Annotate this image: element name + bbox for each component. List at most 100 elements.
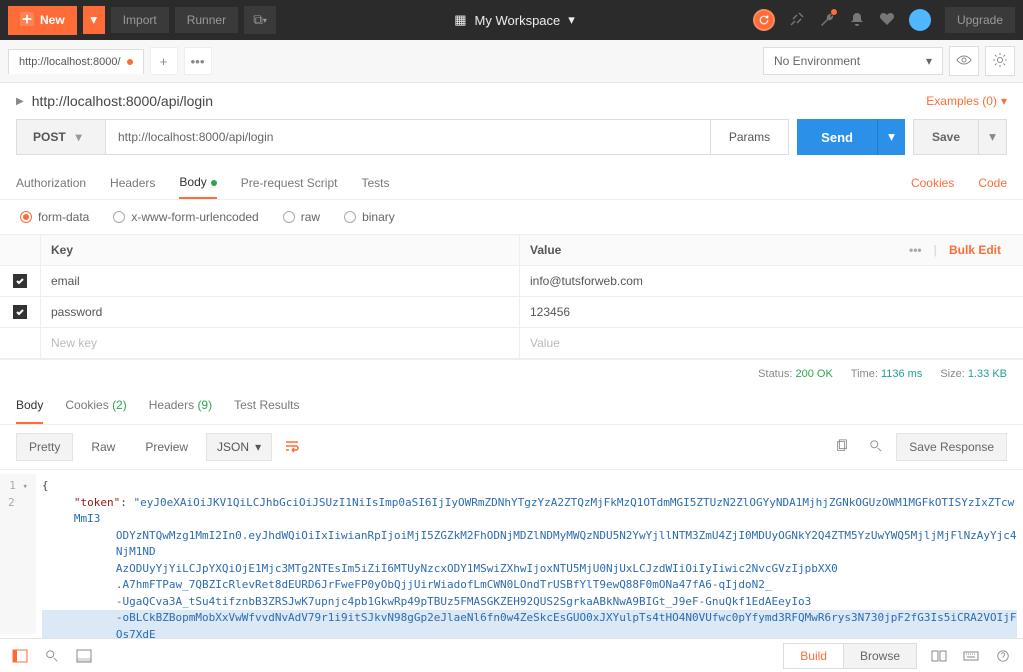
- import-button[interactable]: Import: [111, 7, 169, 33]
- key-cell[interactable]: email: [40, 266, 520, 296]
- search-icon: [869, 439, 883, 456]
- tab-body[interactable]: Body: [179, 167, 216, 199]
- pretty-button[interactable]: Pretty: [16, 433, 73, 461]
- send-button[interactable]: Send: [797, 119, 877, 155]
- url-row: POST ▾ Params Send ▾ Save ▾: [0, 119, 1023, 167]
- user-avatar[interactable]: [909, 9, 931, 31]
- chevron-down-icon: ▾: [989, 129, 996, 145]
- copy-button[interactable]: [828, 433, 856, 461]
- request-tab[interactable]: http://localhost:8000/: [8, 49, 144, 74]
- radio-formdata[interactable]: form-data: [20, 210, 89, 224]
- resp-tab-body[interactable]: Body: [16, 388, 43, 424]
- new-dropdown[interactable]: ▾: [83, 6, 105, 34]
- console-icon[interactable]: [74, 646, 94, 666]
- tab-more-button[interactable]: •••: [184, 47, 212, 75]
- tab-headers[interactable]: Headers: [110, 168, 155, 198]
- table-row: password 123456: [0, 297, 1023, 328]
- bulk-edit-link[interactable]: Bulk Edit: [949, 243, 1001, 257]
- response-tabs: Body Cookies (2) Headers (9) Test Result…: [0, 388, 1023, 425]
- new-key-input[interactable]: New key: [40, 328, 520, 358]
- top-toolbar: New ▾ Import Runner ⧉ ▾ ▦ My Workspace ▾…: [0, 0, 1023, 40]
- radio-raw[interactable]: raw: [283, 210, 320, 224]
- row-checkbox[interactable]: [13, 274, 27, 288]
- table-row: email info@tutsforweb.com: [0, 266, 1023, 297]
- format-selector[interactable]: JSON▾: [206, 433, 272, 461]
- code-content: { "token": "eyJ0eXAiOiJKV1QiLCJhbGciOiJS…: [36, 474, 1023, 634]
- build-button[interactable]: Build: [784, 644, 843, 668]
- value-cell[interactable]: 123456: [520, 297, 1023, 327]
- save-dropdown[interactable]: ▾: [979, 119, 1007, 155]
- sidebar-toggle-icon[interactable]: [10, 646, 30, 666]
- value-header: Value: [530, 243, 561, 257]
- new-tab-button[interactable]: +: [150, 47, 178, 75]
- resp-tab-cookies[interactable]: Cookies (2): [65, 388, 126, 424]
- save-response-button[interactable]: Save Response: [896, 433, 1007, 461]
- new-label: New: [40, 13, 65, 27]
- satellite-icon[interactable]: [789, 11, 805, 30]
- ellipsis-icon[interactable]: •••: [909, 243, 922, 257]
- line-gutter: 1 ▾ 2 3: [0, 474, 36, 634]
- radio-icon: [20, 211, 32, 223]
- workspace-selector[interactable]: ▦ My Workspace ▾: [454, 12, 575, 28]
- value-cell[interactable]: info@tutsforweb.com: [520, 266, 1023, 296]
- tab-label: http://localhost:8000/: [19, 56, 121, 68]
- key-header: Key: [40, 235, 520, 265]
- time-value: 1136 ms: [881, 368, 922, 380]
- url-input[interactable]: [106, 119, 711, 155]
- new-button[interactable]: New: [8, 6, 77, 35]
- table-header: Key Value ••• | Bulk Edit: [0, 235, 1023, 266]
- browse-button[interactable]: Browse: [843, 644, 916, 668]
- request-title-row: ▶ http://localhost:8000/api/login: [16, 93, 213, 109]
- new-value-input[interactable]: Value: [520, 328, 1023, 358]
- row-checkbox[interactable]: [13, 305, 27, 319]
- gear-icon: [992, 52, 1008, 71]
- chevron-down-icon: ▾: [926, 54, 932, 68]
- upgrade-button[interactable]: Upgrade: [945, 7, 1015, 33]
- examples-link[interactable]: Examples (0) ▾: [926, 94, 1007, 108]
- radio-binary[interactable]: binary: [344, 210, 395, 224]
- find-icon[interactable]: [42, 646, 62, 666]
- wrench-icon[interactable]: [819, 11, 835, 30]
- tab-tests[interactable]: Tests: [361, 168, 389, 198]
- plus-icon: +: [160, 54, 168, 69]
- keyboard-icon[interactable]: [961, 646, 981, 666]
- method-selector[interactable]: POST ▾: [16, 119, 106, 155]
- radio-urlencoded[interactable]: x-www-form-urlencoded: [113, 210, 258, 224]
- two-pane-icon[interactable]: [929, 646, 949, 666]
- send-dropdown[interactable]: ▾: [877, 119, 905, 155]
- build-browse-toggle: Build Browse: [783, 643, 917, 669]
- search-button[interactable]: [862, 433, 890, 461]
- wrap-button[interactable]: [278, 433, 306, 461]
- tab-prerequest[interactable]: Pre-request Script: [241, 168, 338, 198]
- environment-label: No Environment: [774, 54, 860, 68]
- bottom-bar: Build Browse: [0, 638, 1023, 672]
- viewer-toolbar: Pretty Raw Preview JSON▾ Save Response: [0, 425, 1023, 470]
- response-body-viewer[interactable]: 1 ▾ 2 3 { "token": "eyJ0eXAiOiJKV1QiLCJh…: [0, 470, 1023, 638]
- code-link[interactable]: Code: [978, 176, 1007, 190]
- size-value: 1.33 KB: [968, 368, 1007, 380]
- raw-button[interactable]: Raw: [79, 434, 127, 460]
- help-icon[interactable]: [993, 646, 1013, 666]
- resp-tab-tests[interactable]: Test Results: [234, 388, 299, 424]
- environment-preview-button[interactable]: [949, 46, 979, 76]
- key-cell[interactable]: password: [40, 297, 520, 327]
- cookies-link[interactable]: Cookies: [911, 176, 954, 190]
- tab-authorization[interactable]: Authorization: [16, 168, 86, 198]
- save-button[interactable]: Save: [913, 119, 979, 155]
- radio-icon: [283, 211, 295, 223]
- eye-icon: [956, 52, 972, 71]
- settings-button[interactable]: [985, 46, 1015, 76]
- environment-selector[interactable]: No Environment ▾: [763, 47, 943, 75]
- workspace-label: My Workspace: [475, 13, 561, 28]
- params-button[interactable]: Params: [711, 119, 789, 155]
- unsaved-dot-icon: [127, 59, 133, 65]
- sync-icon[interactable]: [753, 9, 775, 31]
- heart-icon[interactable]: [879, 11, 895, 30]
- expand-triangle-icon[interactable]: ▶: [16, 96, 24, 107]
- bell-icon[interactable]: [849, 11, 865, 30]
- preview-button[interactable]: Preview: [133, 434, 200, 460]
- runner-button[interactable]: Runner: [175, 7, 238, 33]
- resp-tab-headers[interactable]: Headers (9): [149, 388, 212, 424]
- new-window-button[interactable]: ⧉ ▾: [244, 6, 276, 34]
- request-subtabs: Authorization Headers Body Pre-request S…: [0, 167, 1023, 200]
